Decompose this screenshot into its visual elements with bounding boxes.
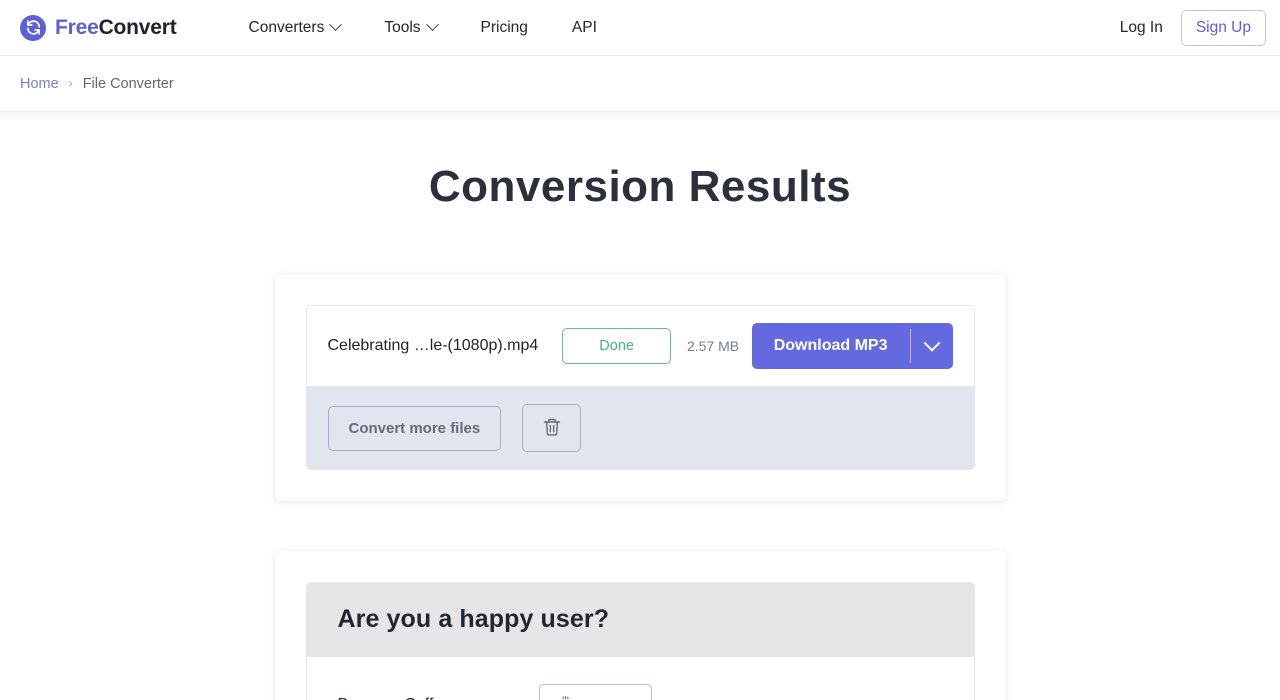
site-header: FreeConvert Converters Tools Pricing API… bbox=[0, 0, 1280, 56]
donate-button[interactable]: Donate bbox=[539, 684, 653, 700]
refresh-circle-icon bbox=[20, 14, 46, 41]
delete-button[interactable] bbox=[522, 404, 582, 452]
convert-more-files-button[interactable]: Convert more files bbox=[327, 405, 502, 451]
status-badge: Done bbox=[562, 328, 671, 364]
breadcrumb-current: File Converter bbox=[82, 75, 174, 92]
conversion-results-card: Celebrating …le-(1080p).mp4 Done 2.57 MB… bbox=[274, 274, 1006, 501]
nav-label-api: API bbox=[571, 18, 597, 36]
nav-item-tools[interactable]: Tools bbox=[362, 11, 458, 45]
happy-user-heading: Are you a happy user? bbox=[337, 605, 610, 633]
nav-item-converters[interactable]: Converters bbox=[227, 11, 363, 45]
nav-item-api[interactable]: API bbox=[550, 11, 619, 45]
nav-label-tools: Tools bbox=[384, 18, 421, 36]
happy-user-header: Are you a happy user? bbox=[306, 583, 974, 657]
chevron-down-icon bbox=[329, 18, 343, 32]
breadcrumb-separator-icon: › bbox=[68, 75, 73, 90]
happy-user-body: Buy us a Coffee Donate bbox=[306, 657, 974, 700]
chevron-down-icon bbox=[923, 334, 940, 352]
breadcrumb-home-link[interactable]: Home bbox=[20, 76, 59, 92]
happy-user-card: Are you a happy user? Buy us a Coffee bbox=[274, 551, 1006, 700]
breadcrumb-shadow bbox=[0, 112, 1280, 120]
file-actions-footer: Convert more files bbox=[306, 386, 974, 469]
file-size: 2.57 MB bbox=[686, 338, 740, 354]
download-button[interactable]: Download MP3 bbox=[752, 323, 910, 369]
brand-logo[interactable]: FreeConvert bbox=[20, 14, 177, 41]
happy-user-panel: Are you a happy user? Buy us a Coffee bbox=[305, 582, 975, 700]
coffee-cup-icon bbox=[558, 695, 575, 700]
download-button-group[interactable]: Download MP3 bbox=[751, 323, 953, 369]
brand-name-convert: Convert bbox=[98, 15, 177, 39]
file-name: Celebrating …le-(1080p).mp4 bbox=[327, 337, 539, 354]
download-options-button[interactable] bbox=[911, 323, 953, 369]
page-title: Conversion Results bbox=[428, 162, 852, 211]
file-result-panel: Celebrating …le-(1080p).mp4 Done 2.57 MB… bbox=[305, 305, 975, 470]
nav-item-pricing[interactable]: Pricing bbox=[459, 11, 550, 45]
brand-name-free: Free bbox=[55, 15, 99, 39]
chevron-down-icon bbox=[425, 18, 439, 32]
breadcrumb: Home › File Converter bbox=[0, 56, 1280, 112]
donate-label: Donate bbox=[585, 697, 633, 700]
nav-label-pricing: Pricing bbox=[480, 18, 528, 36]
header-actions: Log In Sign Up bbox=[1118, 9, 1266, 46]
file-row: Celebrating …le-(1080p).mp4 Done 2.57 MB… bbox=[306, 306, 974, 386]
signup-button[interactable]: Sign Up bbox=[1180, 9, 1266, 46]
brand-name: FreeConvert bbox=[55, 16, 177, 40]
buy-coffee-label: Buy us a Coffee bbox=[338, 696, 452, 700]
nav-label-converters: Converters bbox=[248, 18, 325, 36]
login-link[interactable]: Log In bbox=[1118, 13, 1165, 43]
trash-icon bbox=[542, 416, 562, 441]
primary-nav: Converters Tools Pricing API bbox=[227, 11, 619, 45]
main-content: Conversion Results Celebrating …le-(1080… bbox=[0, 162, 1280, 700]
